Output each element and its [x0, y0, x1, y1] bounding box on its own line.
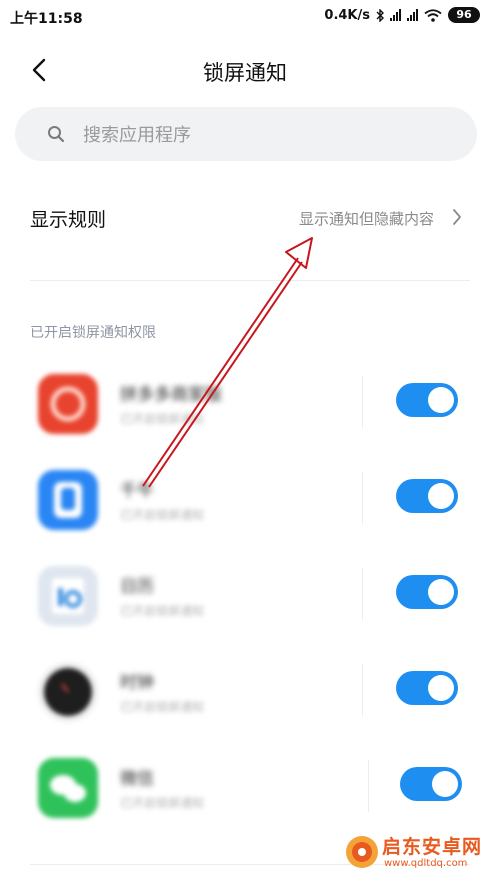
signal-icon-1: [390, 9, 401, 21]
toggle-switch[interactable]: [396, 383, 458, 417]
vertical-divider: [368, 760, 369, 812]
toggle-switch[interactable]: [396, 479, 458, 513]
display-rule-value: 显示通知但隐藏内容: [298, 210, 434, 228]
calendar-icon: [38, 566, 98, 626]
search-icon: [48, 126, 65, 143]
toggle-switch[interactable]: [396, 575, 458, 609]
network-speed: 0.4K/s: [324, 7, 370, 23]
status-icons: 0.4K/s 96: [324, 7, 480, 23]
app-subtitle: 已开启锁屏通知: [120, 796, 205, 810]
toggle-knob: [428, 387, 454, 413]
chevron-right-icon: [453, 209, 461, 225]
battery-icon: 96: [448, 7, 480, 23]
bluetooth-icon: [376, 8, 384, 22]
toggle-switch[interactable]: [396, 671, 458, 705]
toggle-knob: [428, 675, 454, 701]
wifi-icon: [424, 8, 442, 22]
app-subtitle: 已开启锁屏通知: [120, 700, 205, 714]
vertical-divider: [362, 472, 363, 524]
signal-icon-2: [407, 9, 418, 21]
clock-icon: [38, 662, 98, 722]
status-bar: 上午11:58 0.4K/s 96: [0, 0, 490, 34]
pinduoduo-icon: [38, 374, 98, 434]
vertical-divider: [362, 664, 363, 716]
toggle-knob: [428, 579, 454, 605]
toggle-knob: [432, 771, 458, 797]
app-subtitle: 已开启锁屏通知: [120, 412, 205, 426]
app-subtitle: 已开启锁屏通知: [120, 604, 205, 618]
qianniu-icon: [38, 470, 98, 530]
app-row-qianniu: 千牛 已开启锁屏通知: [0, 458, 490, 554]
app-name: 拼多多商家版: [120, 385, 222, 405]
vertical-divider: [362, 376, 363, 428]
app-name: 微信: [120, 769, 154, 789]
display-rule-label: 显示规则: [30, 209, 107, 231]
status-time: 上午11:58: [10, 11, 83, 27]
section-label: 已开启锁屏通知权限: [30, 325, 156, 341]
toggle-knob: [428, 483, 454, 509]
search-bar[interactable]: [15, 107, 477, 163]
header: 锁屏通知: [0, 48, 490, 92]
app-name: 千牛: [120, 481, 154, 501]
app-row-pinduoduo: 拼多多商家版 已开启锁屏通知: [0, 362, 490, 458]
display-rule-row[interactable]: 显示规则 显示通知但隐藏内容: [0, 188, 490, 248]
app-row-wechat: 微信 已开启锁屏通知: [0, 746, 490, 842]
watermark-logo-icon: [346, 836, 378, 868]
divider: [30, 280, 470, 281]
vertical-divider: [362, 568, 363, 620]
watermark-url: www.qdltdq.com: [384, 858, 468, 869]
watermark-title: 启东安卓网: [382, 836, 483, 858]
app-row-clock: 时钟 已开启锁屏通知: [0, 650, 490, 746]
search-input[interactable]: [81, 107, 465, 163]
watermark: 启东安卓网 www.qdltdq.com: [344, 830, 482, 876]
app-name: 日历: [120, 577, 154, 597]
wechat-icon: [38, 758, 98, 818]
toggle-switch[interactable]: [400, 767, 462, 801]
app-name: 时钟: [120, 673, 154, 693]
app-subtitle: 已开启锁屏通知: [120, 508, 205, 522]
page-title: 锁屏通知: [203, 61, 287, 85]
app-row-calendar: 日历 已开启锁屏通知: [0, 554, 490, 650]
